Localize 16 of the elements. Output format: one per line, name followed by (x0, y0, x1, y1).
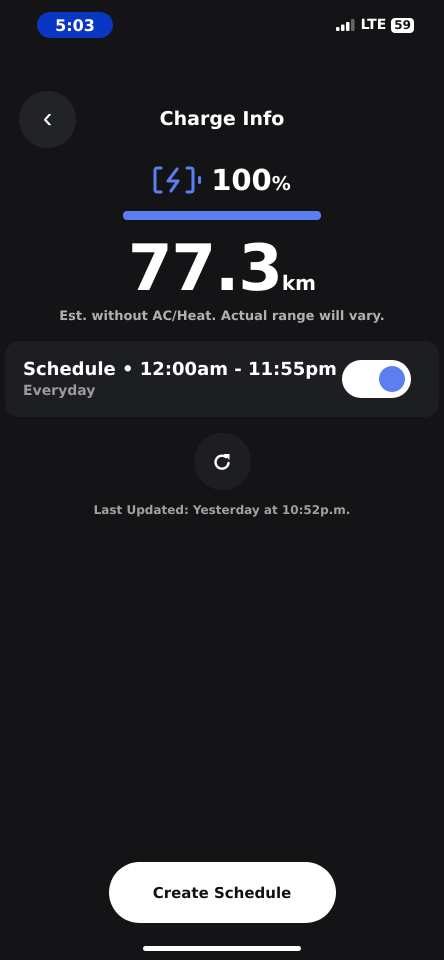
status-time: 5:03 (37, 12, 113, 38)
battery-indicator: 59 (391, 18, 414, 32)
last-updated-text: Last Updated: Yesterday at 10:52p.m. (94, 503, 350, 518)
schedule-days: Everyday (23, 383, 337, 400)
schedule-title: Schedule • 12:00am - 11:55pm (23, 359, 337, 380)
create-schedule-button[interactable]: Create Schedule (108, 862, 336, 923)
charging-battery-icon (153, 165, 204, 195)
range-value: 77.3 km (128, 236, 316, 304)
refresh-icon (212, 452, 232, 472)
page-title: Charge Info (160, 108, 284, 130)
range-note: Est. without AC/Heat. Actual range will vary. (59, 309, 385, 324)
signal-icon (336, 19, 356, 31)
back-button[interactable]: ‹ (19, 91, 76, 148)
charge-percent: 100% (211, 163, 291, 197)
network-label: LTE (360, 17, 386, 33)
schedule-toggle[interactable] (342, 360, 411, 398)
